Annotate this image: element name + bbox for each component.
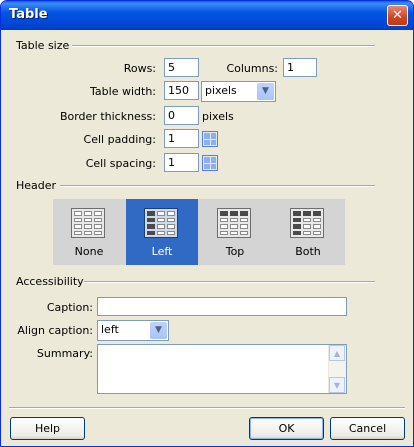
section-divider <box>84 281 375 283</box>
table-left-header-icon <box>144 208 178 238</box>
header-option-label: Both <box>295 245 321 258</box>
table-dialog: Table ✕ Table size Rows: 5 Columns: 1 Ta… <box>0 0 414 447</box>
summary-label: Summary: <box>36 347 93 360</box>
width-unit-value: pixels <box>205 84 237 97</box>
ok-button[interactable]: OK <box>249 417 324 440</box>
cell-spacing-label: Cell spacing: <box>85 157 156 170</box>
dialog-body: Table size Rows: 5 Columns: 1 Table widt… <box>4 30 410 443</box>
cell-spacing-icon <box>202 155 218 171</box>
border-thickness-input[interactable]: 0 <box>164 106 199 125</box>
chevron-down-icon[interactable]: ▼ <box>257 83 274 100</box>
close-icon: ✕ <box>392 8 403 23</box>
section-header: Header <box>16 179 57 192</box>
header-option-label: Left <box>151 245 173 258</box>
summary-scrollbar[interactable]: ▲ ▼ <box>328 345 346 393</box>
table-width-input[interactable]: 150 <box>164 81 199 100</box>
columns-label: Columns: <box>226 62 278 75</box>
scroll-up-icon[interactable]: ▲ <box>329 345 345 361</box>
close-button[interactable]: ✕ <box>387 5 408 26</box>
section-divider <box>72 45 375 47</box>
align-caption-value: left <box>101 323 119 336</box>
caption-input[interactable] <box>97 297 347 316</box>
header-option-label: Top <box>225 245 245 258</box>
section-accessibility: Accessibility <box>16 275 84 288</box>
align-caption-select[interactable]: left ▼ <box>97 320 169 341</box>
border-unit-label: pixels <box>202 110 234 123</box>
header-option-label: None <box>74 245 104 258</box>
cell-padding-label: Cell padding: <box>83 133 156 146</box>
header-option-both[interactable]: Both <box>272 199 344 265</box>
section-table-size: Table size <box>16 39 70 52</box>
section-divider <box>60 185 375 187</box>
help-button[interactable]: Help <box>10 417 85 440</box>
align-caption-label: Align caption: <box>17 324 93 337</box>
chevron-down-icon[interactable]: ▼ <box>150 322 167 339</box>
table-none-icon <box>71 208 105 238</box>
header-option-left[interactable]: Left <box>126 199 198 265</box>
footer-divider <box>9 407 405 409</box>
summary-textarea[interactable]: ▲ ▼ <box>97 344 347 394</box>
table-both-header-icon <box>290 208 324 238</box>
header-option-top[interactable]: Top <box>199 199 271 265</box>
cell-spacing-input[interactable]: 1 <box>164 153 199 172</box>
table-top-header-icon <box>217 208 251 238</box>
scroll-down-icon[interactable]: ▼ <box>329 377 345 393</box>
cell-padding-icon <box>202 131 218 147</box>
caption-label: Caption: <box>46 301 93 314</box>
columns-input[interactable]: 1 <box>283 58 317 77</box>
cell-padding-input[interactable]: 1 <box>164 129 199 148</box>
header-option-none[interactable]: None <box>53 199 125 265</box>
rows-label: Rows: <box>123 62 156 75</box>
title-bar[interactable]: Table ✕ <box>1 1 413 30</box>
header-options: None Left Top Both <box>53 199 345 265</box>
cancel-button[interactable]: Cancel <box>330 417 405 440</box>
table-width-label: Table width: <box>90 85 156 98</box>
width-unit-select[interactable]: pixels ▼ <box>201 81 276 102</box>
rows-input[interactable]: 5 <box>164 58 199 77</box>
dialog-title: Table <box>9 7 48 22</box>
border-thickness-label: Border thickness: <box>59 110 156 123</box>
